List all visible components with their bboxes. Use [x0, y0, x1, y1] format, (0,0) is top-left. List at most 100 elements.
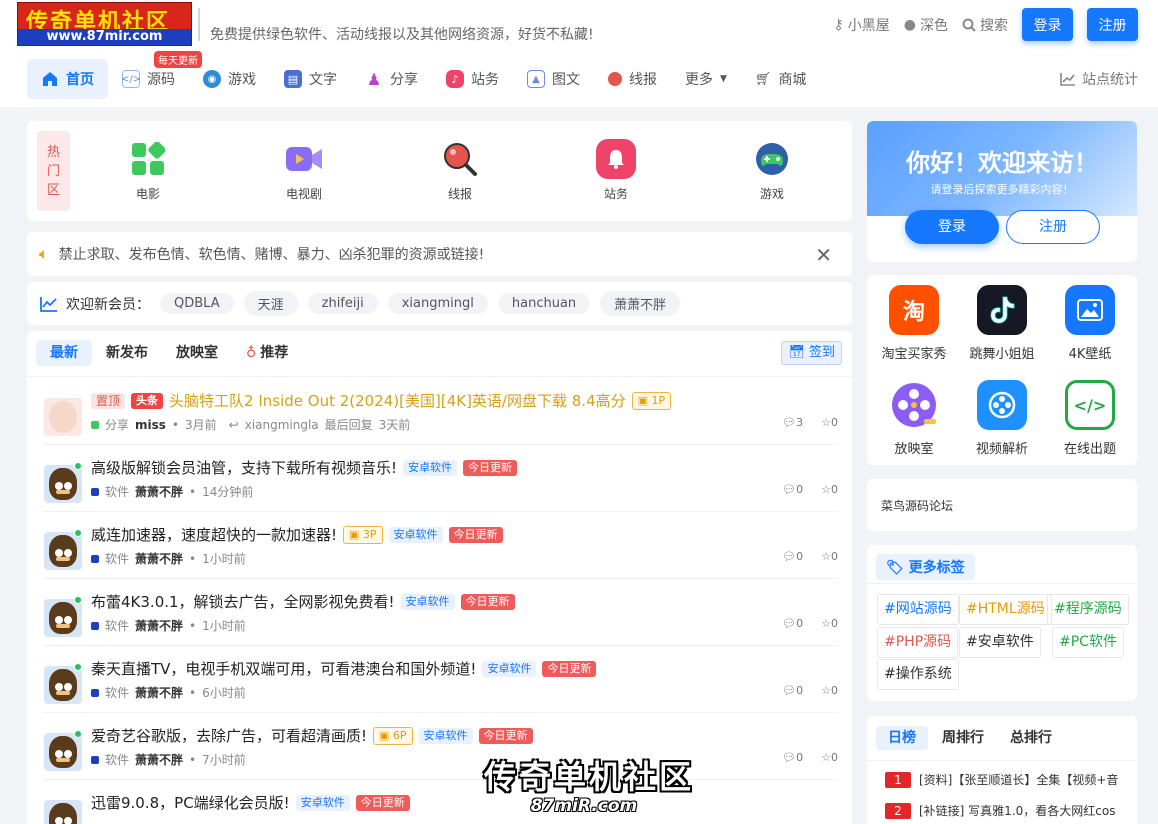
category-tag[interactable]: 安卓软件	[403, 459, 458, 476]
post-title-link[interactable]: 高级版解锁会员油管，支持下载所有视频音乐!	[91, 457, 397, 478]
hot-item-deals[interactable]: 线报	[420, 139, 500, 202]
post-category[interactable]: 软件	[105, 751, 129, 768]
avatar[interactable]	[44, 599, 82, 637]
image-count-badge: ▣ 3P	[343, 525, 383, 544]
member-tag[interactable]: QDBLA	[160, 293, 234, 314]
category-tag[interactable]: 安卓软件	[482, 660, 537, 677]
member-tag[interactable]: xiangmingl	[387, 293, 488, 314]
nav-text[interactable]: ▤ 文字	[270, 59, 351, 99]
tab-recommended[interactable]: ♁ 推荐	[232, 340, 302, 366]
close-icon[interactable]: ✕	[815, 243, 832, 267]
tab-cinema[interactable]: 放映室	[162, 340, 232, 366]
category-tag[interactable]: 安卓软件	[400, 593, 455, 610]
tag-link[interactable]: #操作系统	[877, 659, 959, 690]
hot-item-games[interactable]: 游戏	[732, 139, 812, 202]
category-dot	[91, 554, 99, 563]
nav-affairs[interactable]: ♪ 站务	[432, 59, 513, 99]
table-row[interactable]: 爱奇艺谷歌版，去除广告，可看超清画质! ▣ 6P 安卓软件 今日更新 软件 萧萧…	[44, 713, 838, 780]
tag-link[interactable]: #HTML源码	[959, 594, 1052, 625]
member-tag[interactable]: 天涯	[243, 291, 298, 316]
post-category[interactable]: 软件	[105, 684, 129, 701]
nav-shop[interactable]: 🛒︎ 商城	[741, 59, 821, 99]
app-wallpaper[interactable]: 4K壁纸	[1048, 285, 1132, 362]
reply-user[interactable]: xiangmingla	[245, 418, 319, 432]
avatar[interactable]	[44, 532, 82, 570]
tab-latest[interactable]: 最新	[36, 340, 92, 366]
post-title-link[interactable]: 头脑特工队2 Inside Out 2(2024)[美国][4K]英语/网盘下载…	[169, 390, 626, 411]
app-cinema[interactable]: 放映室	[872, 380, 956, 457]
table-row[interactable]: 布蕾4K3.0.1，解锁去广告，全网影视免费看! 安卓软件 今日更新 软件 萧萧…	[44, 579, 838, 646]
table-row[interactable]: 高级版解锁会员油管，支持下载所有视频音乐! 安卓软件 今日更新 软件 萧萧不胖 …	[44, 445, 838, 512]
tab-total[interactable]: 总排行	[998, 726, 1064, 750]
register-button[interactable]: 注册	[1087, 8, 1138, 41]
hot-item-tv[interactable]: 电视剧	[264, 139, 344, 202]
login-button[interactable]: 登录	[1022, 8, 1073, 41]
tag-link[interactable]: #程序源码	[1047, 594, 1129, 625]
tag-link[interactable]: #PHP源码	[877, 627, 959, 658]
nav-deals[interactable]: 线报	[594, 59, 671, 99]
nav-games[interactable]: ◉ 游戏	[189, 59, 270, 99]
tab-weekly[interactable]: 周排行	[930, 726, 996, 750]
post-title-link[interactable]: 布蕾4K3.0.1，解锁去广告，全网影视免费看!	[91, 591, 395, 612]
post-title-link[interactable]: 爱奇艺谷歌版，去除广告，可看超清画质!	[91, 725, 367, 746]
hot-item-movies[interactable]: 电影	[108, 139, 188, 202]
avatar[interactable]	[44, 465, 82, 503]
list-item[interactable]: 2 [补链接] 写真雅1.0，看各大网红cos	[885, 802, 1125, 819]
site-logo[interactable]: 传奇单机社区 www.87mir.com	[17, 2, 192, 46]
table-row[interactable]: 置顶 头条 头脑特工队2 Inside Out 2(2024)[美国][4K]英…	[44, 378, 838, 445]
member-tag[interactable]: 萧萧不胖	[600, 291, 681, 316]
app-video-parse[interactable]: 视频解析	[960, 380, 1044, 457]
member-tag[interactable]: hanchuan	[497, 293, 591, 314]
app-taobao[interactable]: 淘 淘宝买家秀	[872, 285, 956, 362]
category-tag[interactable]: 安卓软件	[388, 526, 443, 543]
post-author[interactable]: miss	[135, 418, 166, 432]
member-tag[interactable]: zhifeiji	[307, 293, 378, 314]
tab-daily[interactable]: 日榜	[876, 726, 928, 750]
avatar[interactable]	[44, 666, 82, 704]
dark-mode-toggle[interactable]: ● 深色	[904, 15, 948, 35]
search-link[interactable]: 搜索	[962, 15, 1008, 35]
list-item[interactable]: 1 [资料]【张至顺道长】全集【视频+音	[885, 771, 1125, 788]
avatar[interactable]	[44, 398, 82, 436]
category-dot	[91, 621, 99, 630]
nav-home[interactable]: 首页	[27, 59, 108, 99]
post-author[interactable]: 萧萧不胖	[135, 483, 183, 500]
tag-link[interactable]: #安卓软件	[959, 627, 1041, 658]
post-category[interactable]: 软件	[105, 483, 129, 500]
category-tag[interactable]: 安卓软件	[418, 727, 473, 744]
blacklist-link[interactable]: ⚷ 小黑屋	[834, 15, 890, 35]
nav-more[interactable]: 更多 ▼	[671, 59, 741, 99]
table-row[interactable]: 秦天直播TV，电视手机双端可用，可看港澳台和国外频道! 安卓软件 今日更新 软件…	[44, 646, 838, 713]
category-tag[interactable]: 安卓软件	[295, 794, 350, 811]
app-dance[interactable]: 跳舞小姐姐	[960, 285, 1044, 362]
nav-share[interactable]: ♟ 分享	[351, 59, 432, 99]
post-author[interactable]: 萧萧不胖	[135, 684, 183, 701]
signin-button[interactable]: 📅︎ 签到	[781, 341, 842, 365]
ranking-card: 日榜 周排行 总排行 1 [资料]【张至顺道长】全集【视频+音 2 [补链接] …	[867, 716, 1137, 824]
post-title-link[interactable]: 迅雷9.0.8，PC端绿化会员版!	[91, 792, 290, 813]
avatar[interactable]	[44, 733, 82, 771]
nav-source[interactable]: </> 源码 每天更新	[108, 51, 202, 99]
post-author[interactable]: 萧萧不胖	[135, 617, 183, 634]
post-title-link[interactable]: 秦天直播TV，电视手机双端可用，可看港澳台和国外频道!	[91, 658, 476, 679]
nav-gallery[interactable]: ▲ 图文	[513, 59, 594, 99]
avatar[interactable]	[44, 800, 82, 824]
post-author[interactable]: 萧萧不胖	[135, 751, 183, 768]
tab-new[interactable]: 新发布	[92, 340, 162, 366]
today-update-badge: 今日更新	[478, 727, 533, 744]
table-row[interactable]: 迅雷9.0.8，PC端绿化会员版! 安卓软件 今日更新	[44, 780, 838, 824]
post-category[interactable]: 软件	[105, 617, 129, 634]
post-title-link[interactable]: 威连加速器，速度超快的一款加速器!	[91, 524, 337, 545]
tag-link[interactable]: #PC软件	[1052, 627, 1124, 658]
post-category[interactable]: 软件	[105, 550, 129, 567]
tag-link[interactable]: #网站源码	[877, 594, 959, 625]
hot-item-affairs[interactable]: 站务	[576, 139, 656, 202]
sidebar-login-button[interactable]: 登录	[905, 210, 999, 244]
sidebar-register-button[interactable]: 注册	[1006, 210, 1100, 244]
post-author[interactable]: 萧萧不胖	[135, 550, 183, 567]
site-stats-link[interactable]: 站点统计	[1060, 69, 1138, 89]
app-quiz[interactable]: </> 在线出题	[1048, 380, 1132, 457]
forum-link[interactable]: 菜鸟源码论坛	[881, 497, 953, 514]
table-row[interactable]: 威连加速器，速度超快的一款加速器! ▣ 3P 安卓软件 今日更新 软件 萧萧不胖…	[44, 512, 838, 579]
post-category[interactable]: 分享	[105, 416, 129, 433]
